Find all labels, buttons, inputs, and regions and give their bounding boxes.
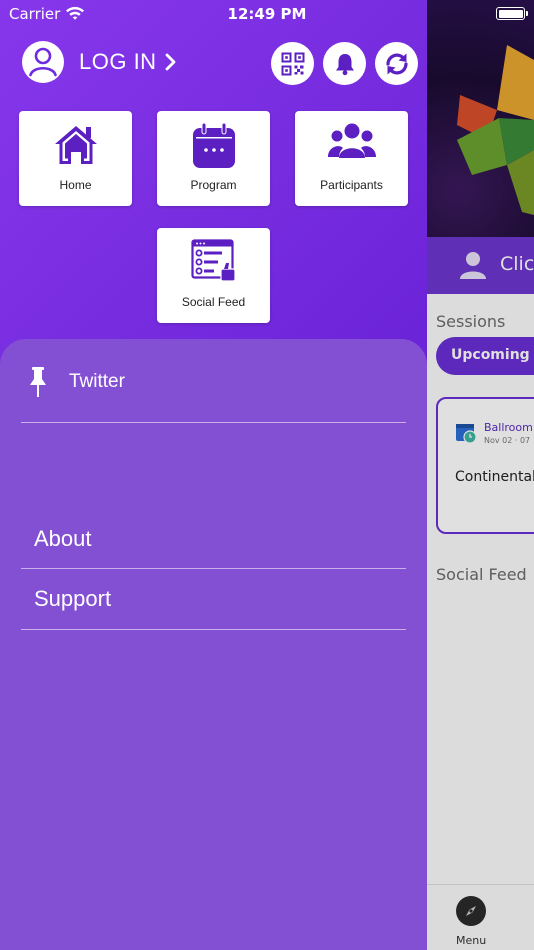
compass-icon xyxy=(466,906,476,916)
sessions-title: Sessions xyxy=(436,312,506,331)
notifications-button[interactable] xyxy=(323,42,366,85)
sync-icon xyxy=(385,53,408,74)
people-icon xyxy=(327,123,376,158)
user-prompt: Clic xyxy=(500,253,534,275)
refresh-button[interactable] xyxy=(375,42,418,85)
tile-social-feed-label: Social Feed xyxy=(181,295,246,309)
session-card[interactable]: Ballroom Nov 02 · 07 Continental xyxy=(436,397,534,534)
clock: 12:49 PM xyxy=(227,5,307,23)
menu-item-twitter[interactable]: Twitter xyxy=(21,354,406,423)
tile-home-label: Home xyxy=(59,178,92,192)
tile-program[interactable]: Program xyxy=(157,111,270,206)
qr-code-icon xyxy=(281,52,304,75)
home-icon xyxy=(54,126,97,164)
event-logo-image xyxy=(457,45,534,215)
tile-participants[interactable]: Participants xyxy=(295,111,408,206)
tile-home[interactable]: Home xyxy=(19,111,132,206)
menu-item-about[interactable]: About xyxy=(21,509,406,569)
bell-icon xyxy=(335,53,354,75)
pin-icon xyxy=(30,367,46,397)
tab-menu-button[interactable] xyxy=(456,896,486,926)
status-bar: Carrier 12:49 PM xyxy=(0,0,534,28)
tile-program-label: Program xyxy=(190,178,237,192)
drawer-menu-panel: Twitter About Support xyxy=(0,339,427,950)
menu-item-about-label: About xyxy=(34,526,92,551)
qr-code-button[interactable] xyxy=(271,42,314,85)
home-content: Sessions Upcoming S Ballroom Nov 02 · 07… xyxy=(427,294,534,884)
session-calendar-icon xyxy=(456,424,477,443)
drawer-header: LOG IN xyxy=(0,28,427,98)
battery-icon xyxy=(496,7,528,20)
session-title: Continental xyxy=(455,469,534,485)
calendar-icon xyxy=(192,122,235,168)
session-date: Nov 02 · 07 xyxy=(484,436,531,445)
menu-item-twitter-label: Twitter xyxy=(69,371,125,392)
tile-participants-label: Participants xyxy=(320,178,383,192)
user-bar[interactable]: Clic xyxy=(427,237,534,294)
side-drawer: LOG IN Home Program Participants Social … xyxy=(0,0,427,950)
event-banner xyxy=(427,0,534,237)
social-feed-title: Social Feed xyxy=(436,565,527,584)
chevron-right-icon xyxy=(165,53,175,71)
session-room: Ballroom xyxy=(484,421,533,434)
social-feed-icon xyxy=(190,239,236,282)
tab-bar: Menu xyxy=(427,884,534,950)
login-label: LOG IN xyxy=(79,49,157,74)
menu-item-support[interactable]: Support xyxy=(21,569,406,630)
menu-item-support-label: Support xyxy=(34,586,112,611)
user-circle-icon xyxy=(22,41,64,83)
login-button[interactable]: LOG IN xyxy=(21,40,177,84)
tile-social-feed[interactable]: Social Feed xyxy=(157,228,270,323)
upcoming-sessions-pill[interactable]: Upcoming S xyxy=(436,337,534,375)
user-icon xyxy=(460,252,486,279)
tab-menu-label: Menu xyxy=(456,934,487,947)
